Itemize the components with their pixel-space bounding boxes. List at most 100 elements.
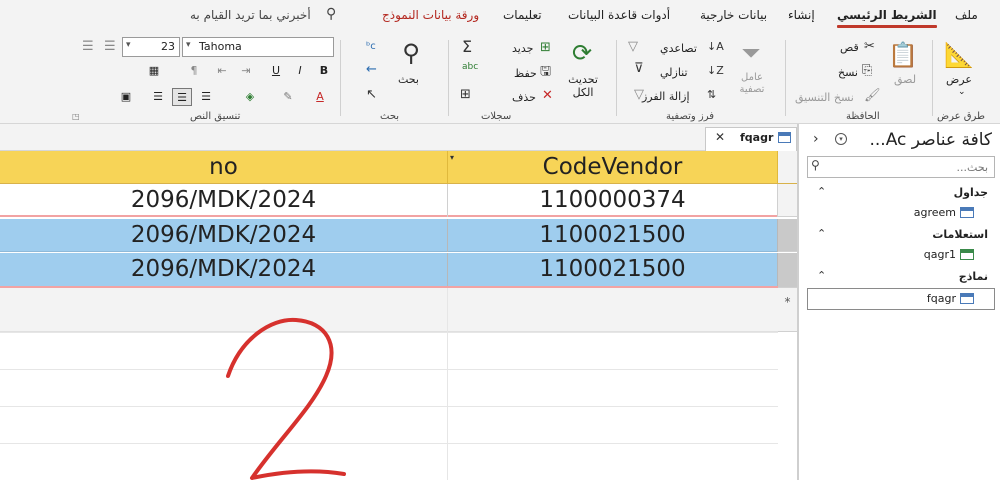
group-launcher-icon[interactable]: ◳	[72, 112, 80, 121]
format-painter-button[interactable]: نسخ التنسيق	[795, 91, 854, 104]
table-row[interactable]: 2096/MDK/2024 1100000374	[0, 184, 778, 217]
tab-database-tools[interactable]: أدوات قاعدة البيانات	[568, 8, 670, 22]
find-button[interactable]: بحث	[398, 73, 419, 86]
nav-group-tables[interactable]: جداول	[954, 186, 988, 199]
align-left-icon[interactable]: ☰	[148, 88, 168, 106]
underline-button[interactable]: U	[266, 62, 286, 80]
cut-icon[interactable]: ✂	[864, 40, 875, 54]
chevron-down-icon[interactable]: ▾	[835, 133, 847, 145]
nav-item-fqagr[interactable]: fqagr	[927, 292, 956, 305]
chevron-up-icon[interactable]: ⌃	[817, 227, 826, 240]
font-name-combo[interactable]: ▾ Tahoma	[182, 37, 334, 57]
toggle-filter-icon[interactable]: ▽	[634, 88, 644, 102]
column-header-no[interactable]: no	[0, 151, 448, 184]
background-color-icon[interactable]: ◈	[240, 88, 260, 106]
font-color-icon[interactable]: A	[310, 88, 330, 106]
nav-search-input[interactable]	[807, 156, 995, 178]
cell-no[interactable]: 2096/MDK/2024	[0, 219, 448, 252]
copy-icon[interactable]: ⎘	[862, 64, 872, 78]
tab-create[interactable]: إنشاء	[788, 8, 815, 22]
align-center-icon[interactable]: ☰	[172, 88, 192, 106]
italic-button[interactable]: I	[290, 62, 310, 80]
highlight-icon[interactable]: ✎	[278, 88, 298, 106]
totals-icon[interactable]: Σ	[462, 39, 472, 55]
new-record-icon[interactable]: ⊞	[540, 41, 551, 55]
table-row[interactable]: 2096/MDK/2024 1100021500	[0, 219, 778, 252]
delete-record-button[interactable]: حذف	[512, 91, 536, 104]
grid-line	[0, 332, 778, 333]
paste-button[interactable]: لصق	[894, 73, 916, 86]
spelling-icon[interactable]: abc	[462, 60, 478, 74]
chevron-up-icon[interactable]: ⌃	[817, 185, 826, 198]
record-selector[interactable]	[778, 253, 797, 288]
nav-item-qagr1[interactable]: qagr1	[924, 248, 956, 261]
rtl-icon[interactable]: ¶	[184, 62, 204, 80]
find-icon[interactable]: ⚲	[396, 40, 426, 66]
record-selector[interactable]	[778, 219, 797, 252]
numbering-icon[interactable]: ☰	[104, 40, 116, 54]
record-selector[interactable]	[778, 184, 797, 217]
refresh-all-button[interactable]: تحديث الكل	[565, 73, 601, 99]
more-records-icon[interactable]: ⊞	[460, 88, 471, 102]
view-button[interactable]: عرض	[946, 73, 972, 86]
filter-button[interactable]: عامل تصفية	[738, 72, 766, 96]
search-icon[interactable]: ⚲	[326, 6, 336, 22]
sort-descending-icon[interactable]: ↓Z	[707, 64, 724, 78]
copy-button[interactable]: نسخ	[838, 66, 858, 79]
chevron-up-icon[interactable]: ⌃	[817, 269, 826, 282]
new-record-selector[interactable]: *	[778, 288, 797, 332]
select-icon[interactable]: ↖	[366, 88, 377, 102]
bullets-icon[interactable]: ☰	[82, 40, 94, 54]
paste-icon[interactable]: 📋	[888, 42, 918, 68]
save-record-button[interactable]: حفظ	[514, 67, 537, 80]
select-all-corner[interactable]	[778, 151, 797, 184]
nav-group-forms[interactable]: نماذج	[959, 270, 988, 283]
sort-ascending-icon[interactable]: ↓A	[707, 40, 724, 54]
selection-filter-icon[interactable]: ▽	[628, 40, 638, 54]
tab-file[interactable]: ملف	[955, 8, 978, 22]
chevron-right-icon[interactable]: ›	[813, 131, 819, 147]
filter-icon[interactable]: ⏷	[736, 40, 766, 66]
indent-icon[interactable]: ⇥	[236, 62, 256, 80]
outdent-icon[interactable]: ⇤	[212, 62, 232, 80]
save-icon[interactable]: 🖫	[540, 65, 551, 79]
column-header-codevendor[interactable]: CodeVendor	[448, 151, 778, 184]
format-painter-icon[interactable]: 🖌	[864, 89, 881, 103]
font-size-combo[interactable]: ▾ 23	[122, 37, 180, 57]
bold-button[interactable]: B	[314, 62, 334, 80]
cell-no[interactable]: 2096/MDK/2024	[0, 253, 448, 286]
alternate-row-color-icon[interactable]: ▣	[116, 88, 136, 106]
sort-ascending-button[interactable]: تصاعدي	[660, 42, 697, 55]
sort-descending-button[interactable]: تنازلي	[660, 66, 688, 79]
close-icon[interactable]: ✕	[715, 130, 725, 144]
tab-form-datasheet[interactable]: ورقة بيانات النموذج	[382, 8, 479, 22]
tab-help[interactable]: تعليمات	[503, 8, 542, 22]
cell-codevendor[interactable]: 1100021500	[448, 253, 778, 286]
remove-sort-icon[interactable]: ⇅	[707, 88, 716, 102]
table-row[interactable]: 2096/MDK/2024 1100021500	[0, 253, 778, 288]
chevron-down-icon[interactable]: ⌄	[958, 87, 966, 97]
new-record-button[interactable]: جديد	[512, 42, 533, 55]
cell-codevendor[interactable]: 1100000374	[448, 184, 778, 217]
tab-external-data[interactable]: بيانات خارجية	[700, 8, 767, 22]
document-tab-fqagr[interactable]: ✕ fqagr	[705, 127, 797, 151]
align-right-icon[interactable]: ☰	[196, 88, 216, 106]
cut-button[interactable]: قص	[840, 41, 859, 54]
nav-group-queries[interactable]: استعلامات	[932, 228, 988, 241]
tell-me-box[interactable]: أخبرني بما تريد القيام به	[190, 8, 311, 22]
view-icon[interactable]: 📐	[944, 42, 974, 68]
gridlines-icon[interactable]: ▦	[144, 62, 164, 80]
replace-icon[interactable]: ᵇc	[366, 40, 376, 54]
cell-no[interactable]: 2096/MDK/2024	[0, 184, 448, 217]
nav-pane-title[interactable]: كافة عناصر Ac...	[870, 130, 993, 150]
advanced-filter-icon[interactable]: ⊽	[634, 62, 644, 76]
delete-icon[interactable]: ✕	[542, 89, 553, 103]
go-to-icon[interactable]: ←	[366, 63, 377, 77]
tab-home[interactable]: الشريط الرئيسي	[837, 8, 937, 28]
column-menu-icon[interactable]: ▾	[450, 153, 454, 162]
remove-sort-button[interactable]: إزالة الفرز	[642, 90, 690, 103]
refresh-icon[interactable]: ⟳	[568, 40, 596, 66]
cell-codevendor[interactable]: 1100021500	[448, 219, 778, 252]
nav-item-agreem[interactable]: agreem	[914, 206, 956, 219]
new-record-row[interactable]	[0, 288, 778, 332]
